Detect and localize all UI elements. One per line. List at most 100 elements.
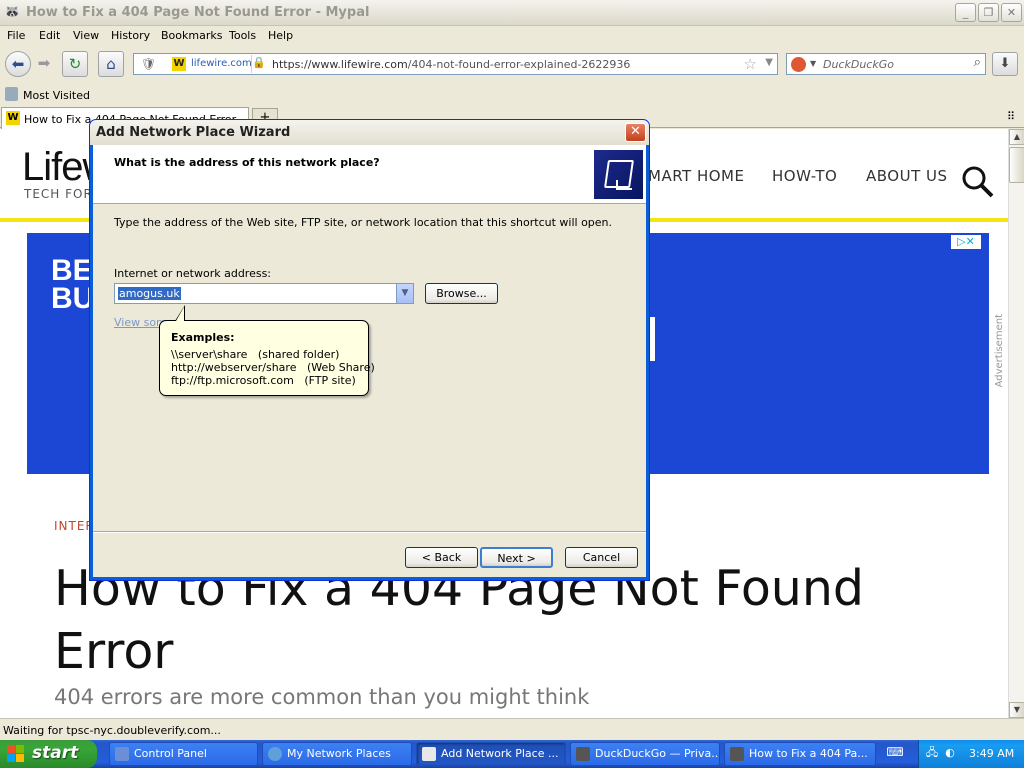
nav-how-to[interactable]: HOW-TO	[772, 167, 837, 185]
start-button[interactable]: start	[0, 740, 97, 768]
back-button[interactable]: < Back	[405, 547, 478, 568]
logo-tagline: TECH FOR	[24, 187, 93, 201]
scroll-down-icon[interactable]: ▼	[1009, 702, 1024, 718]
example-web-share: http://webserver/share (Web Share)	[171, 361, 375, 374]
examples-tooltip: Examples: \\server\share (shared folder)…	[159, 320, 375, 396]
mypal-app-icon[interactable]: 🦝	[4, 5, 20, 21]
task-add-network-place[interactable]: Add Network Place ...	[416, 742, 566, 766]
menu-tools[interactable]: Tools	[229, 29, 256, 42]
windows-logo-icon	[7, 745, 25, 763]
wizard-window-icon	[422, 747, 436, 761]
menu-bar: File Edit View History Bookmarks Tools H…	[0, 26, 1024, 46]
lifewire-favicon-icon: W	[6, 111, 20, 125]
browser-title-bar: 🦝 How to Fix a 404 Page Not Found Error …	[0, 0, 1024, 26]
dialog-close-icon[interactable]: ✕	[625, 123, 646, 142]
task-control-panel[interactable]: Control Panel	[109, 742, 258, 766]
menu-view[interactable]: View	[73, 29, 99, 42]
browse-button[interactable]: Browse...	[425, 283, 498, 304]
task-label: My Network Places	[287, 747, 391, 760]
menu-bookmarks[interactable]: Bookmarks	[161, 29, 222, 42]
lock-icon[interactable]: 🔒	[252, 56, 266, 69]
search-icon[interactable]: ⌕	[974, 55, 981, 70]
clock[interactable]: 3:49 AM	[969, 747, 1014, 760]
ad-line-1: BE	[51, 254, 93, 287]
ad-brand-text: BE BU	[51, 254, 95, 315]
address-value[interactable]: amogus.uk	[118, 287, 181, 300]
nav-smart-home[interactable]: MART HOME	[648, 167, 744, 185]
task-label: DuckDuckGo — Priva...	[595, 747, 720, 760]
advertisement-label: Advertisement	[994, 314, 1005, 388]
task-my-network-places[interactable]: My Network Places	[262, 742, 412, 766]
nav-about-us[interactable]: ABOUT US	[866, 167, 948, 185]
dialog-title: Add Network Place Wizard	[96, 125, 291, 140]
task-label: How to Fix a 404 Pa...	[749, 747, 868, 760]
search-bar[interactable]: ▼ DuckDuckGo ⌕	[786, 53, 986, 75]
reload-icon[interactable]: ↻	[62, 51, 88, 77]
window-title: How to Fix a 404 Page Not Found Error - …	[26, 5, 370, 20]
forward-arrow-icon[interactable]: ➡	[33, 51, 55, 77]
wizard-question: What is the address of this network plac…	[114, 156, 380, 169]
example-ftp-site: ftp://ftp.microsoft.com (FTP site)	[171, 374, 356, 387]
network-cable-shape	[616, 180, 632, 190]
minimize-button[interactable]: _	[955, 3, 976, 22]
example-shared-folder: \\server\share (shared folder)	[171, 348, 340, 361]
chevron-down-icon[interactable]: ▼	[396, 284, 413, 303]
system-tray: 🖧 ◐ 3:49 AM	[918, 740, 1024, 768]
bookmarks-toolbar: Most Visited	[0, 84, 1024, 105]
back-arrow-icon[interactable]: ⬅	[5, 51, 31, 77]
maximize-button[interactable]: ❐	[978, 3, 999, 22]
article-subhead: 404 errors are more common than you migh…	[54, 685, 590, 709]
url-text[interactable]: https://www.lifewire.com/404-not-found-e…	[272, 58, 630, 71]
status-text: Waiting for tpsc-nyc.doubleverify.com...	[3, 724, 221, 737]
wizard-header: What is the address of this network plac…	[93, 145, 646, 204]
menu-help[interactable]: Help	[268, 29, 293, 42]
dialog-body: What is the address of this network plac…	[93, 145, 646, 577]
dialog-separator	[93, 531, 646, 533]
task-label: Add Network Place ...	[441, 747, 559, 760]
menu-file[interactable]: File	[7, 29, 25, 42]
wizard-description: Type the address of the Web site, FTP si…	[114, 216, 613, 229]
page-scrollbar[interactable]: ▲ ▼	[1008, 129, 1024, 718]
keyboard-layout-icon[interactable]: ⌨	[886, 745, 904, 761]
shield-icon[interactable]: 🛡	[141, 57, 156, 71]
close-window-button[interactable]: ✕	[1001, 3, 1022, 22]
site-identity[interactable]: 🛡 W lifewire.com	[136, 55, 252, 73]
adchoices-icon[interactable]: ▷✕	[951, 235, 981, 249]
dialog-title-bar[interactable]: Add Network Place Wizard ✕	[90, 120, 649, 145]
site-search-icon[interactable]	[961, 165, 995, 207]
tab-list-icon[interactable]: ⠿	[1007, 110, 1015, 123]
url-path: /404-not-found-error-explained-2622936	[407, 58, 631, 71]
volume-tray-icon[interactable]: ◐	[943, 746, 957, 760]
menu-history[interactable]: History	[111, 29, 150, 42]
control-panel-icon	[115, 747, 129, 761]
home-icon[interactable]: ⌂	[98, 51, 124, 77]
task-duckduckgo[interactable]: DuckDuckGo — Priva...	[570, 742, 720, 766]
url-host: https://www.lifewire.com	[272, 58, 408, 71]
duckduckgo-icon[interactable]	[791, 57, 806, 72]
bookmark-star-icon[interactable]: ☆	[744, 55, 757, 73]
network-places-icon	[268, 747, 282, 761]
task-label: Control Panel	[134, 747, 207, 760]
scroll-up-icon[interactable]: ▲	[1009, 129, 1024, 145]
mypal-icon	[576, 747, 590, 761]
network-address-input[interactable]: amogus.uk ▼	[114, 283, 414, 304]
add-network-place-wizard: Add Network Place Wizard ✕ What is the a…	[89, 119, 650, 581]
url-dropdown-icon[interactable]: ▼	[765, 57, 773, 68]
menu-edit[interactable]: Edit	[39, 29, 60, 42]
cancel-button[interactable]: Cancel	[565, 547, 638, 568]
url-bar[interactable]: 🛡 W lifewire.com 🔒 https://www.lifewire.…	[133, 53, 778, 75]
task-lifewire-404[interactable]: How to Fix a 404 Pa...	[724, 742, 876, 766]
most-visited-folder-icon	[5, 87, 18, 101]
tooltip-tail-fill	[176, 307, 184, 321]
search-input[interactable]: DuckDuckGo	[823, 58, 894, 71]
ad-line-2: BU	[51, 282, 95, 315]
download-icon[interactable]: ⬇	[992, 52, 1018, 76]
tooltip-title: Examples:	[171, 331, 235, 344]
next-button[interactable]: Next >	[480, 547, 553, 568]
mypal-icon	[730, 747, 744, 761]
most-visited-bookmark[interactable]: Most Visited	[23, 89, 90, 102]
scroll-thumb[interactable]	[1009, 147, 1024, 183]
status-bar: Waiting for tpsc-nyc.doubleverify.com...	[0, 718, 1024, 740]
network-tray-icon[interactable]: 🖧	[925, 746, 939, 760]
search-engine-dropdown-icon[interactable]: ▼	[810, 59, 816, 68]
